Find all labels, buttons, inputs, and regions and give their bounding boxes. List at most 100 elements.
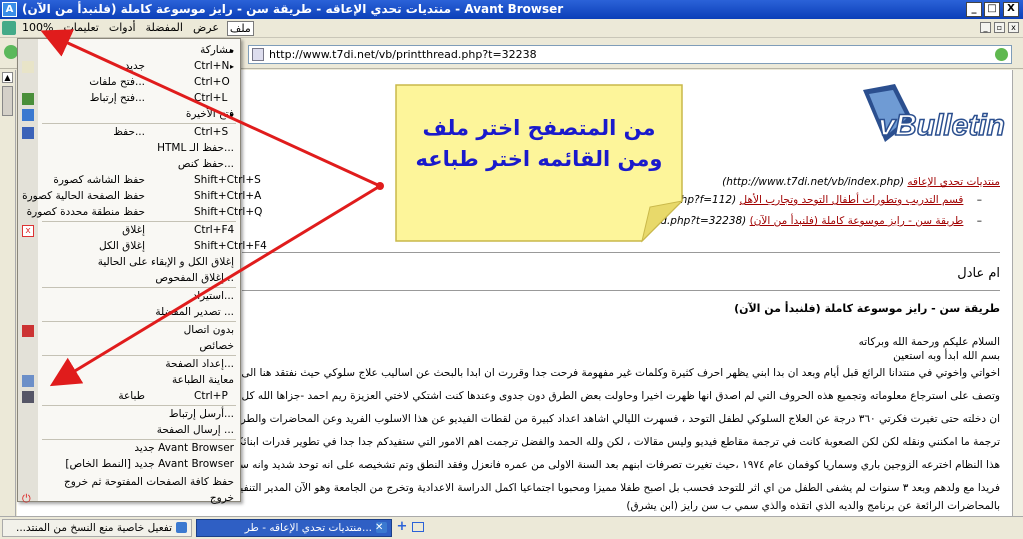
file-menu-item[interactable]: جديد Ctrl+N ▸ — [18, 59, 240, 75]
post-author: ام عادل — [957, 266, 1000, 281]
file-menu-item[interactable]: حفظ الشاشه كصورة Shift+Ctrl+S — [18, 173, 260, 189]
file-menu-item-label: إغلاق — [122, 224, 145, 236]
vbulletin-logo-art: vBulletin — [863, 84, 1006, 143]
file-menu-item-label: بدون اتصال — [183, 324, 234, 336]
callout-text: من المتصفح اختر ملف ومن القائمه اختر طبا… — [415, 116, 663, 171]
tab-list-icon[interactable] — [412, 522, 424, 532]
file-menu-item[interactable]: إغلاق الكل Shift+Ctrl+F4 — [18, 239, 267, 255]
file-menu-item-label: Avant Browser جديد — [134, 442, 234, 454]
file-menu-item-shortcut: Shift+Ctrl+A — [194, 190, 262, 202]
file-menu-item-label: ... إرسال الصفحة — [156, 424, 234, 436]
maximize-button[interactable]: □ — [984, 2, 1000, 17]
file-menu-item[interactable]: ...حفظ Ctrl+S — [18, 125, 240, 141]
file-menu-item-label: ...أرسل إرتباط — [168, 408, 234, 420]
side-scroll-thumb[interactable] — [2, 86, 13, 116]
file-menu-item-label: حفظ كافة الصفحات المفتوحة ثم خروج — [64, 476, 234, 488]
address-bar[interactable]: http://www.t7di.net/vb/printthread.php?t… — [248, 45, 1012, 64]
recent-icon — [22, 109, 34, 121]
mdi-close-icon[interactable]: x — [1008, 22, 1019, 33]
file-menu-item-label: فتح الأخيرة — [185, 108, 234, 120]
file-menu-item-label: حفظ الشاشه كصورة — [53, 174, 145, 186]
file-menu-item[interactable]: حفظ منطقة محددة كصورة Shift+Ctrl+Q — [18, 205, 263, 221]
file-menu-item[interactable]: بدون اتصال — [18, 323, 240, 339]
file-menu-item[interactable]: ...فتح ملفات Ctrl+O — [18, 75, 240, 91]
file-menu-item[interactable]: ...استيراد — [18, 289, 240, 305]
menu-separator — [42, 221, 236, 222]
menu-separator — [42, 123, 236, 124]
menu-help[interactable]: تعليمات — [61, 21, 100, 36]
file-menu-item[interactable]: ⏻ خروج — [18, 491, 240, 507]
breadcrumb-link-forum[interactable]: منتديات تحدي الإعاقه — [907, 176, 1000, 188]
submenu-arrow-icon: ▸ — [230, 110, 235, 119]
file-menu-item-label: خروج — [209, 492, 234, 504]
menu-separator — [42, 287, 236, 288]
scroll-up-icon[interactable]: ▲ — [2, 72, 13, 83]
file-menu-item-shortcut: Ctrl+O — [194, 76, 230, 88]
file-menu-item-shortcut: Shift+Ctrl+Q — [194, 206, 263, 218]
tab-close-icon[interactable]: ✕ — [375, 520, 383, 536]
tab-inactive[interactable]: تفعيل خاصية منع النسخ من المنتد... — [2, 519, 192, 537]
file-menu-item[interactable]: Avant Browser جديد [النمط الخاص] — [18, 457, 240, 473]
menu-file[interactable]: ملف — [226, 21, 254, 36]
file-menu-item[interactable]: Avant Browser جديد — [18, 441, 240, 457]
mdi-restore-icon[interactable]: ▫ — [994, 22, 1005, 33]
file-menu-item[interactable]: فتح الأخيرة ▸ — [18, 107, 240, 123]
new-doc-icon — [22, 61, 34, 73]
file-menu-item[interactable]: ...حفظ كنص — [18, 157, 240, 173]
avant-app-icon[interactable]: A — [2, 2, 17, 17]
file-menu-item-label: ... تصدير المفضلة — [155, 306, 234, 318]
file-menu-item[interactable]: ...إغلاق المفحوص — [18, 271, 240, 287]
address-url[interactable]: http://www.t7di.net/vb/printthread.php?t… — [269, 48, 537, 61]
breadcrumb-link-section[interactable]: قسم التدريب وتطورات أطفال التوحد وتجارب … — [740, 194, 964, 206]
breadcrumb-link-thread[interactable]: طريقة سن - رايز موسوعة كاملة (فلنبدأ من … — [750, 215, 964, 227]
title-bar: A (منتديات تحدي الإعاقه - طريقة سن - راي… — [0, 0, 1023, 19]
close-x-icon: x — [22, 225, 34, 237]
post-line: فريدا مع ولدهم وبعد ٣ سنوات لم يشفى الطف… — [176, 482, 1000, 494]
new-tab-icon[interactable]: + — [396, 520, 408, 533]
file-menu-item[interactable]: ...أرسل إرتباط — [18, 407, 240, 423]
file-menu-item[interactable]: ...فتح إرتباط Ctrl+L — [18, 91, 240, 107]
file-menu-item-label: ...فتح إرتباط — [89, 92, 145, 104]
file-menu-item[interactable]: خصائص — [18, 339, 240, 355]
post-title: طريقة سن - رايز موسوعة كاملة (فلنبدأ من … — [734, 302, 1000, 315]
tab-bar: تفعيل خاصية منع النسخ من المنتد... ...من… — [0, 516, 1023, 539]
file-menu-item[interactable]: ... تصدير المفضلة — [18, 305, 240, 321]
menu-items: ملف عرض المفضلة أدوات تعليمات 100% — [20, 21, 254, 36]
file-menu-item-shortcut: Ctrl+L — [194, 92, 228, 104]
file-menu-item[interactable]: ...إعداد الصفحة — [18, 357, 240, 373]
close-window-button[interactable]: X — [1003, 2, 1019, 17]
file-menu-item-label: إغلاق الكل و الإبقاء على الحالية — [97, 256, 234, 268]
go-icon[interactable] — [995, 48, 1008, 61]
file-menu-item-label: Avant Browser جديد [النمط الخاص] — [65, 458, 234, 470]
print-icon — [22, 391, 34, 403]
back-icon[interactable] — [4, 45, 18, 59]
tab-label: ...منتديات تحدي الإعاقه - طر — [244, 522, 372, 534]
file-menu-item-label: ...إغلاق المفحوص — [155, 272, 234, 284]
file-menu-item[interactable]: حفظ الصفحة الحالية كصورة Shift+Ctrl+A — [18, 189, 261, 205]
breadcrumb-dash-icon: – — [976, 194, 982, 206]
file-menu-item-label: ...فتح ملفات — [89, 76, 145, 88]
menu-favorites[interactable]: المفضلة — [144, 21, 185, 36]
browser-menu-icon[interactable] — [2, 21, 16, 35]
menu-tools[interactable]: أدوات — [107, 21, 138, 36]
power-icon: ⏻ — [22, 492, 31, 505]
vertical-scrollbar[interactable] — [1012, 70, 1023, 516]
file-menu-item[interactable]: حفظ كافة الصفحات المفتوحة ثم خروج — [18, 475, 240, 491]
minimize-button[interactable]: _ — [966, 2, 982, 17]
file-menu-item[interactable]: طباعة Ctrl+P — [18, 389, 240, 405]
window-title: (منتديات تحدي الإعاقه - طريقة سن - رايز … — [22, 2, 564, 16]
save-icon — [22, 127, 34, 139]
file-menu-item-label: ...حفظ — [113, 126, 145, 138]
tab-active[interactable]: ...منتديات تحدي الإعاقه - طر ✕ — [196, 519, 392, 537]
file-menu-item[interactable]: ... إرسال الصفحة — [18, 423, 240, 439]
zoom-level[interactable]: 100% — [20, 21, 55, 36]
file-menu-item-label: حفظ منطقة محددة كصورة — [26, 206, 145, 218]
file-menu-item[interactable]: مشاركة ▸ — [18, 43, 240, 59]
file-menu-item[interactable]: ...حفظ الـ HTML — [18, 141, 240, 157]
file-menu-item[interactable]: معاينة الطباعة — [18, 373, 240, 389]
file-menu-item[interactable]: إغلاق الكل و الإبقاء على الحالية — [18, 255, 240, 271]
file-menu-item[interactable]: x إغلاق Ctrl+F4 — [18, 223, 240, 239]
menu-view[interactable]: عرض — [191, 21, 221, 36]
mdi-minimize-icon[interactable]: _ — [980, 22, 991, 33]
submenu-arrow-icon: ▸ — [230, 62, 235, 71]
